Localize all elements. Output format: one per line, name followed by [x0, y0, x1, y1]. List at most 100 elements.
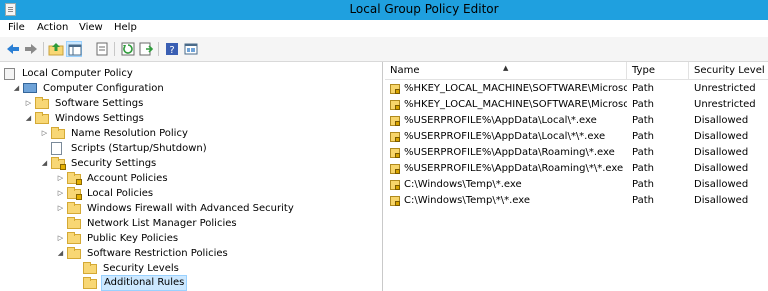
security-folder-icon — [67, 172, 82, 185]
sort-ascending-icon: ▲ — [503, 64, 509, 72]
export-list-icon[interactable] — [138, 41, 154, 57]
expand-arrow-icon[interactable]: ▷ — [56, 186, 65, 201]
menu-bar: File Action View Help — [0, 20, 768, 37]
list-item[interactable]: %USERPROFILE%\AppData\Local\*\*.exe Path D… — [385, 129, 768, 145]
extended-view-icon[interactable] — [183, 41, 199, 57]
column-header-name-label: Name — [390, 65, 420, 76]
list-item[interactable]: C:\Windows\Temp\*.exe Path Disallowed — [385, 177, 768, 193]
back-icon[interactable] — [5, 41, 21, 57]
collapse-arrow-icon[interactable]: ◢ — [56, 246, 65, 261]
folder-icon — [35, 97, 49, 109]
rule-type: Path — [632, 195, 654, 206]
folder-icon — [67, 232, 81, 244]
tree-node-label: Computer Configuration — [43, 83, 164, 94]
collapse-arrow-icon[interactable]: ◢ — [24, 111, 33, 126]
properties-icon[interactable] — [94, 41, 110, 57]
folder-icon — [83, 277, 97, 289]
tree-node-label: Account Policies — [87, 173, 168, 184]
tree-node-label: Windows Firewall with Advanced Security — [87, 203, 294, 214]
column-header-security-level-label: Security Level — [694, 65, 765, 76]
path-rule-icon — [390, 84, 401, 95]
rule-type: Path — [632, 179, 654, 190]
rule-security-level: Unrestricted — [694, 99, 756, 110]
expand-arrow-icon[interactable]: ▷ — [40, 126, 49, 141]
expand-arrow-icon[interactable]: ▷ — [24, 96, 33, 111]
rule-name: %USERPROFILE%\AppData\Roaming\*\*.exe — [404, 163, 624, 174]
tree-node-label: Additional Rules — [101, 275, 188, 291]
tree-node-label: Windows Settings — [55, 113, 144, 124]
tree-node-label: Security Levels — [103, 263, 179, 274]
list-item[interactable]: %USERPROFILE%\AppData\Roaming\*.exe Path D… — [385, 145, 768, 161]
rule-security-level: Disallowed — [694, 115, 749, 126]
path-rule-icon — [390, 180, 401, 191]
rule-type: Path — [632, 163, 654, 174]
collapse-arrow-icon[interactable]: ◢ — [40, 156, 49, 171]
rule-security-level: Disallowed — [694, 147, 749, 158]
menu-file[interactable]: File — [8, 22, 25, 33]
collapse-arrow-icon[interactable]: ◢ — [12, 81, 21, 96]
up-folder-icon[interactable] — [48, 41, 64, 57]
tree-node-label: Software Restriction Policies — [87, 248, 228, 259]
menu-view[interactable]: View — [79, 22, 103, 33]
rule-name: %HKEY_LOCAL_MACHINE\SOFTWARE\Microsof... — [404, 83, 627, 94]
path-rule-icon — [390, 148, 401, 159]
column-header-type-label: Type — [632, 65, 655, 76]
window-title: Local Group Policy Editor — [349, 2, 499, 16]
list-item[interactable]: %HKEY_LOCAL_MACHINE\SOFTWARE\Microsof...… — [385, 81, 768, 97]
rule-security-level: Disallowed — [694, 195, 749, 206]
security-folder-icon — [67, 187, 82, 200]
tree-node-label: Scripts (Startup/Shutdown) — [71, 143, 207, 154]
rule-security-level: Disallowed — [694, 179, 749, 190]
list-item[interactable]: %USERPROFILE%\AppData\Local\*.exe Path Dis… — [385, 113, 768, 129]
rule-name: %USERPROFILE%\AppData\Roaming\*.exe — [404, 147, 615, 158]
tree-node-label: Network List Manager Policies — [87, 218, 237, 229]
tree-node-label: Security Settings — [71, 158, 157, 169]
folder-icon — [67, 217, 81, 229]
rule-type: Path — [632, 131, 654, 142]
rule-security-level: Disallowed — [694, 131, 749, 142]
console-tree[interactable]: Local Computer Policy ◢ Computer Configura… — [0, 62, 383, 291]
expand-arrow-icon[interactable]: ▷ — [56, 201, 65, 216]
folder-icon — [51, 127, 65, 139]
script-document-icon — [51, 142, 65, 155]
menu-action[interactable]: Action — [37, 22, 68, 33]
list-item[interactable]: %HKEY_LOCAL_MACHINE\SOFTWARE\Microsof...… — [385, 97, 768, 113]
path-rule-icon — [390, 196, 401, 207]
show-hide-console-tree-icon[interactable] — [66, 41, 82, 57]
rule-security-level: Unrestricted — [694, 83, 756, 94]
expand-arrow-icon[interactable]: ▷ — [56, 231, 65, 246]
folder-icon — [67, 247, 81, 259]
list-item[interactable]: C:\Windows\Temp\*\*.exe Path Disallowed — [385, 193, 768, 209]
expand-arrow-icon[interactable]: ▷ — [56, 171, 65, 186]
security-folder-icon — [51, 157, 66, 170]
column-header-type[interactable]: Type — [627, 62, 689, 80]
folder-icon — [35, 112, 49, 124]
tree-node-label: Public Key Policies — [87, 233, 179, 244]
forward-icon[interactable] — [23, 41, 39, 57]
rule-type: Path — [632, 83, 654, 94]
path-rule-icon — [390, 132, 401, 143]
folder-icon — [67, 202, 81, 214]
rule-name: %HKEY_LOCAL_MACHINE\SOFTWARE\Microsof... — [404, 99, 627, 110]
toolbar: ? — [0, 37, 768, 62]
list-item[interactable]: %USERPROFILE%\AppData\Roaming\*\*.exe Pat… — [385, 161, 768, 177]
tree-node-label: Local Policies — [87, 188, 154, 199]
rule-name: %USERPROFILE%\AppData\Local\*.exe — [404, 115, 597, 126]
policy-icon — [4, 68, 18, 80]
results-pane[interactable]: Name ▲ Type Security Level %HKEY_LOCAL_M… — [385, 62, 768, 291]
column-header-security-level[interactable]: Security Level — [689, 62, 768, 80]
refresh-icon[interactable] — [120, 41, 136, 57]
folder-icon — [83, 262, 97, 274]
rule-name: C:\Windows\Temp\*.exe — [404, 179, 522, 190]
rule-name: C:\Windows\Temp\*\*.exe — [404, 195, 531, 206]
menu-help[interactable]: Help — [114, 22, 137, 33]
column-header-name[interactable]: Name ▲ — [385, 62, 627, 80]
rule-type: Path — [632, 99, 654, 110]
help-icon[interactable]: ? — [164, 41, 180, 57]
tree-node-label: Name Resolution Policy — [71, 128, 188, 139]
svg-text:?: ? — [169, 45, 174, 56]
